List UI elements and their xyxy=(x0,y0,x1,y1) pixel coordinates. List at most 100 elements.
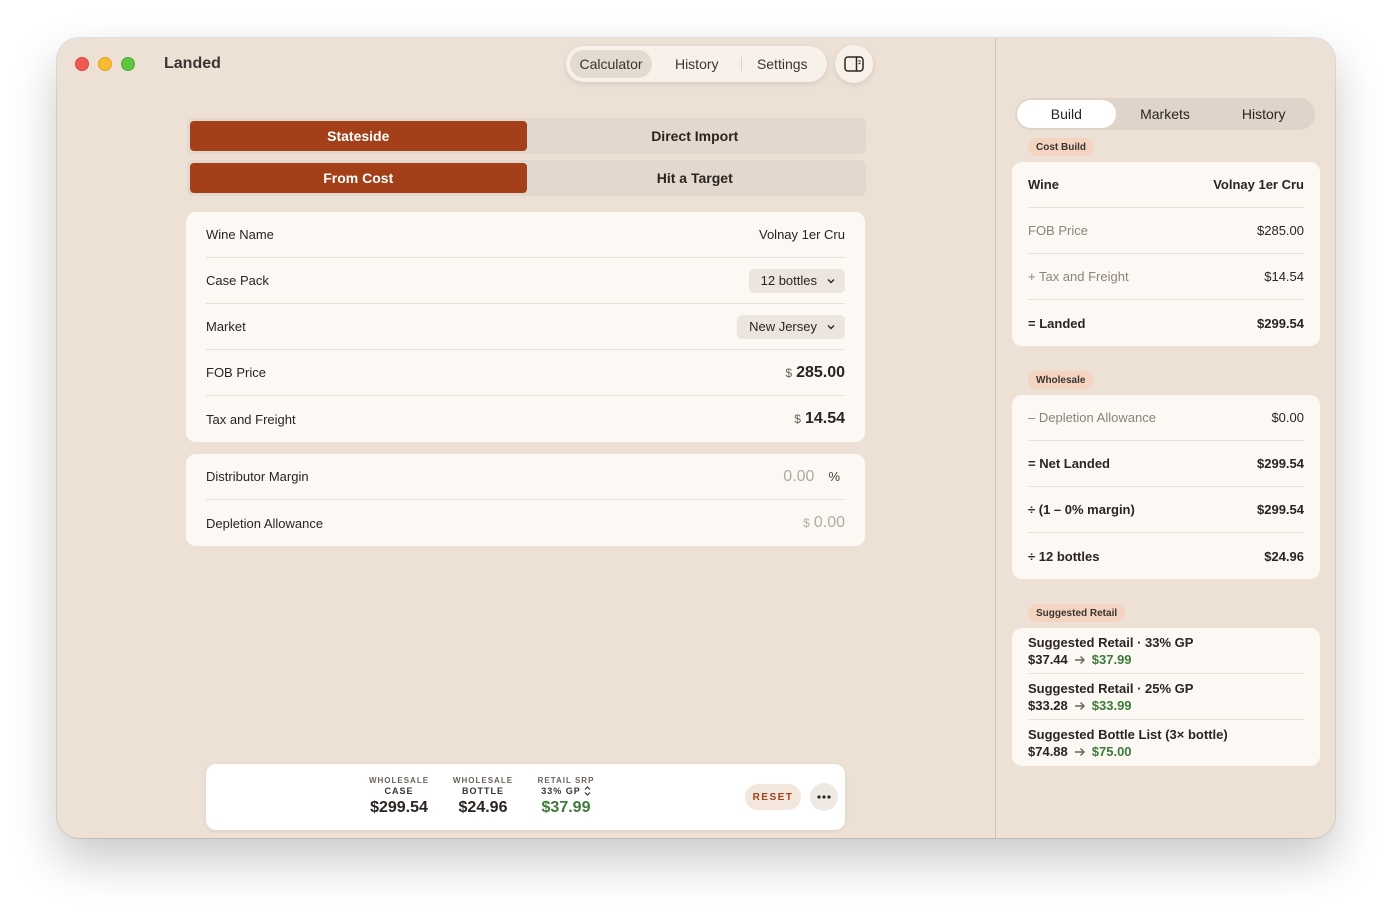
raw-price: $33.28 xyxy=(1028,698,1068,713)
summary-bar: WHOLESALE CASE $299.54 WHOLESALE BOTTLE … xyxy=(206,764,845,830)
tab-history[interactable]: History xyxy=(652,50,741,78)
wholesale-bottle-stat: WHOLESALE BOTTLE $24.96 xyxy=(448,776,518,817)
row-value: $299.54 xyxy=(1257,502,1304,517)
row-title: Suggested Retail · 33% GP xyxy=(1028,635,1194,650)
stat-caption: WHOLESALE xyxy=(452,776,514,785)
tab-settings[interactable]: Settings xyxy=(741,50,823,78)
suggested-retail-card: Suggested Retail · 33% GP $37.44 $37.99 … xyxy=(1012,628,1320,766)
row-value: $285.00 xyxy=(1257,223,1304,238)
case-pack-row: Case Pack 12 bottles xyxy=(206,258,845,304)
retail-gp-value: 33% GP xyxy=(541,786,581,796)
fob-price-row: FOB Price $ 285.00 xyxy=(206,350,845,396)
currency-symbol: $ xyxy=(794,412,801,426)
row-label: = Net Landed xyxy=(1028,456,1110,471)
app-window: Landed Calculator History Settings State… xyxy=(57,38,1335,838)
segment-stateside[interactable]: Stateside xyxy=(190,121,527,151)
market-select[interactable]: New Jersey xyxy=(737,314,845,339)
depletion-allowance-value: 0.00 xyxy=(813,514,845,531)
row-label: = Landed xyxy=(1028,315,1086,331)
wine-details-card: Wine Name Volnay 1er Cru Case Pack 12 bo… xyxy=(186,212,865,442)
arrow-right-icon xyxy=(1074,747,1085,756)
wholesale-case-stat: WHOLESALE CASE $299.54 xyxy=(364,776,434,817)
wine-name-field[interactable]: Volnay 1er Cru xyxy=(759,227,845,242)
row-value: Volnay 1er Cru xyxy=(1213,177,1304,192)
retail-srp-value: $37.99 xyxy=(541,799,591,816)
tab-calculator[interactable]: Calculator xyxy=(570,50,652,78)
suggested-retail-header: Suggested Retail xyxy=(1028,604,1126,622)
sidebar-icon xyxy=(844,56,864,72)
depletion-allowance-label: Depletion Allowance xyxy=(206,515,324,531)
reset-button[interactable]: RESET xyxy=(745,784,801,810)
calc-mode-segmented-control: From Cost Hit a Target xyxy=(187,160,866,196)
percent-symbol: % xyxy=(828,468,840,484)
fob-price-label: FOB Price xyxy=(206,365,266,380)
row-label: ÷ (1 – 0% margin) xyxy=(1028,502,1135,517)
tab-inspector-history[interactable]: History xyxy=(1214,100,1313,128)
tax-freight-value: 14.54 xyxy=(804,410,845,427)
currency-symbol: $ xyxy=(803,516,810,530)
row-label: – Depletion Allowance xyxy=(1028,410,1156,425)
inspector-tab-bar: Build Markets History xyxy=(1015,98,1315,130)
more-button[interactable] xyxy=(810,783,838,811)
wholesale-row: – Depletion Allowance $0.00 xyxy=(1028,395,1304,441)
tab-markets[interactable]: Markets xyxy=(1116,100,1215,128)
rounded-price: $75.00 xyxy=(1091,744,1132,759)
suggested-retail-row: Suggested Bottle List (3× bottle) $74.88… xyxy=(1028,720,1304,766)
minimize-window-button[interactable] xyxy=(98,57,112,71)
wholesale-row: = Net Landed $299.54 xyxy=(1028,441,1304,487)
market-row: Market New Jersey xyxy=(206,304,845,350)
margin-card: Distributor Margin 0.00 % Depletion Allo… xyxy=(186,454,865,546)
stat-subcaption: BOTTLE xyxy=(462,786,504,796)
cost-build-row: = Landed $299.54 xyxy=(1028,300,1304,346)
row-value: $299.54 xyxy=(1257,315,1304,331)
cost-build-header: Cost Build xyxy=(1028,138,1094,156)
distributor-margin-field[interactable]: 0.00 % xyxy=(783,468,845,486)
wine-name-row: Wine Name Volnay 1er Cru xyxy=(206,212,845,258)
market-label: Market xyxy=(206,319,246,334)
fob-price-field[interactable]: $ 285.00 xyxy=(785,364,845,382)
retail-srp-stat[interactable]: RETAIL SRP 33% GP $37.99 xyxy=(531,776,601,817)
row-value: $299.54 xyxy=(1257,456,1304,471)
stat-subcaption: CASE xyxy=(384,786,414,796)
cost-build-card: Wine Volnay 1er Cru FOB Price $285.00 + … xyxy=(1012,162,1320,346)
tax-freight-field[interactable]: $ 14.54 xyxy=(794,410,845,428)
tax-freight-row: Tax and Freight $ 14.54 xyxy=(206,396,845,442)
wholesale-header: Wholesale xyxy=(1028,371,1094,389)
wholesale-bottle-value: $24.96 xyxy=(458,799,508,816)
wholesale-case-value: $299.54 xyxy=(370,799,428,816)
ellipsis-icon xyxy=(817,795,831,799)
sidebar-toggle-button[interactable] xyxy=(835,45,873,83)
segment-direct-import[interactable]: Direct Import xyxy=(527,121,864,151)
chevron-down-icon xyxy=(827,278,835,283)
stat-caption: WHOLESALE xyxy=(368,776,430,785)
depletion-allowance-field[interactable]: $ 0.00 xyxy=(803,514,845,532)
row-label: FOB Price xyxy=(1028,223,1088,238)
chevron-down-icon xyxy=(827,324,835,329)
wholesale-card: – Depletion Allowance $0.00 = Net Landed… xyxy=(1012,395,1320,579)
top-tab-bar: Calculator History Settings xyxy=(566,46,827,82)
window-title: Landed xyxy=(164,55,221,72)
zoom-window-button[interactable] xyxy=(121,57,135,71)
distributor-margin-row: Distributor Margin 0.00 % xyxy=(206,454,845,500)
wholesale-row: ÷ 12 bottles $24.96 xyxy=(1028,533,1304,579)
arrow-right-icon xyxy=(1074,701,1085,710)
rounded-price: $37.99 xyxy=(1091,652,1132,667)
suggested-retail-row: Suggested Retail · 33% GP $37.44 $37.99 xyxy=(1028,628,1304,674)
case-pack-select[interactable]: 12 bottles xyxy=(748,268,845,293)
retail-gp-selector[interactable]: 33% GP xyxy=(531,786,601,796)
segment-from-cost[interactable]: From Cost xyxy=(190,163,527,193)
tax-freight-label: Tax and Freight xyxy=(206,411,296,427)
close-window-button[interactable] xyxy=(75,57,89,71)
sourcing-segmented-control: Stateside Direct Import xyxy=(187,118,866,154)
segment-hit-a-target[interactable]: Hit a Target xyxy=(527,163,864,193)
row-value: $24.96 xyxy=(1264,548,1304,564)
panel-divider xyxy=(995,38,996,838)
row-value: $14.54 xyxy=(1264,269,1304,284)
distributor-margin-label: Distributor Margin xyxy=(206,469,309,484)
row-title: Suggested Bottle List (3× bottle) xyxy=(1028,727,1228,742)
market-value: New Jersey xyxy=(749,319,817,334)
currency-symbol: $ xyxy=(785,365,793,380)
row-label: ÷ 12 bottles xyxy=(1028,548,1100,564)
tab-build[interactable]: Build xyxy=(1017,100,1116,128)
row-label: + Tax and Freight xyxy=(1028,269,1129,284)
